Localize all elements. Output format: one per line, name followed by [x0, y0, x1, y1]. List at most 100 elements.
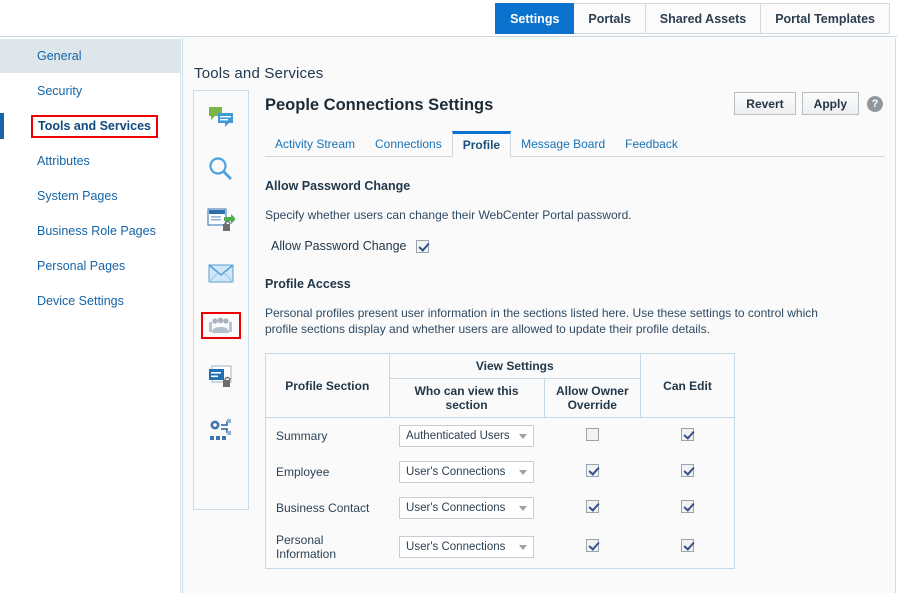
who-can-view-cell: User's Connections: [389, 454, 544, 490]
sub-tab-message-board[interactable]: Message Board: [511, 131, 615, 156]
chevron-down-icon: [519, 469, 528, 475]
who-can-view-select[interactable]: User's Connections: [399, 497, 535, 519]
who-can-view-cell: User's Connections: [389, 526, 544, 569]
can-edit-checkbox[interactable]: [680, 500, 694, 513]
profile-access-heading: Profile Access: [265, 277, 351, 291]
rail-discussions-icon[interactable]: [194, 91, 248, 143]
allow-owner-override-checkbox[interactable]: [585, 464, 599, 477]
profile-access-description: Personal profiles present user informati…: [265, 306, 818, 336]
top-tab-settings[interactable]: Settings: [495, 3, 575, 34]
chevron-down-icon: [519, 544, 528, 550]
header-view-settings: View Settings: [388, 353, 642, 379]
content-heading: People Connections Settings: [265, 96, 494, 114]
table-row: Business Contact User's Connections: [266, 490, 735, 526]
sub-tab-feedback[interactable]: Feedback: [615, 131, 688, 156]
can-edit-cell: [641, 526, 735, 569]
worklist-icon: [208, 417, 235, 441]
sidebar-item-general[interactable]: General: [0, 39, 180, 73]
sidebar-item-label: Tools and Services: [31, 114, 159, 138]
allow-password-change-label: Allow Password Change: [271, 239, 407, 253]
people-connections-icon: [201, 311, 241, 339]
allow-owner-override-cell: [544, 490, 640, 526]
allow-owner-override-checkbox[interactable]: [585, 500, 599, 513]
notes-icon: [208, 365, 235, 390]
can-edit-cell: [641, 490, 735, 526]
who-can-view-value: User's Connections: [406, 502, 506, 514]
who-can-view-value: Authenticated Users: [406, 430, 510, 442]
profile-access-table: Profile Section View Settings Can Edit W…: [265, 353, 735, 569]
sidebar-item-system-pages[interactable]: System Pages: [0, 179, 180, 213]
allow-owner-override-checkbox[interactable]: [585, 428, 599, 441]
rail-search-icon[interactable]: [194, 143, 248, 195]
sidebar-item-tools-and-services[interactable]: Tools and Services: [0, 109, 180, 143]
sidebar-nav: General Security Tools and Services Attribu…: [0, 38, 181, 593]
allow-owner-override-cell: [544, 526, 640, 569]
table-row: Summary Authenticated Users: [266, 418, 735, 455]
allow-owner-override-cell: [544, 454, 640, 490]
allow-password-change-row: Allow Password Change: [271, 239, 885, 253]
top-tab-portal-templates[interactable]: Portal Templates: [761, 3, 890, 34]
rail-documents-icon[interactable]: [194, 195, 248, 247]
settings-content: People Connections Settings Activity Str…: [265, 96, 885, 569]
tools-icon-rail: [193, 90, 249, 510]
table-row: Employee User's Connections: [266, 454, 735, 490]
who-can-view-select[interactable]: User's Connections: [399, 536, 535, 558]
top-tab-bar: Settings Portals Shared Assets Portal Templ…: [0, 0, 897, 37]
sidebar-item-business-role-pages[interactable]: Business Role Pages: [0, 214, 180, 248]
profile-section-name: Summary: [276, 429, 328, 443]
main-panel: Tools and Services Revert Apply ? People…: [182, 38, 896, 593]
can-edit-cell: [641, 418, 735, 455]
rail-mail-icon[interactable]: [194, 247, 248, 299]
sidebar-item-label: Security: [37, 84, 83, 98]
top-tab-group: Settings Portals Shared Assets Portal Templ…: [495, 3, 890, 34]
search-icon: [208, 156, 234, 182]
who-can-view-cell: Authenticated Users: [389, 418, 544, 455]
rail-worklist-icon[interactable]: [194, 403, 248, 455]
sidebar-item-label: Personal Pages: [37, 259, 126, 273]
rail-people-connections-icon[interactable]: [194, 299, 248, 351]
chevron-down-icon: [519, 433, 528, 439]
can-edit-cell: [641, 454, 735, 490]
password-section-heading: Allow Password Change: [265, 179, 411, 193]
header-profile-section: Profile Section: [265, 353, 390, 418]
table-body: Summary Authenticated Users Employee User's…: [266, 418, 735, 569]
sidebar-item-personal-pages[interactable]: Personal Pages: [0, 249, 180, 283]
page-title: Tools and Services: [194, 65, 324, 82]
header-who-can-view: Who can view this section: [388, 378, 545, 418]
top-tab-shared-assets[interactable]: Shared Assets: [645, 3, 762, 34]
sub-tab-profile[interactable]: Profile: [451, 131, 512, 157]
can-edit-checkbox[interactable]: [680, 539, 694, 552]
table-header-row-1: Profile Section View Settings Can Edit: [265, 353, 735, 418]
can-edit-checkbox[interactable]: [680, 428, 694, 441]
who-can-view-select[interactable]: Authenticated Users: [399, 425, 535, 447]
sidebar-item-label: Business Role Pages: [37, 224, 156, 238]
rail-notes-icon[interactable]: [194, 351, 248, 403]
allow-owner-override-cell: [544, 418, 640, 455]
sidebar-item-security[interactable]: Security: [0, 74, 180, 108]
sidebar-item-label: System Pages: [37, 189, 118, 203]
sidebar-item-device-settings[interactable]: Device Settings: [0, 284, 180, 318]
mail-icon: [208, 263, 234, 283]
password-section-description: Specify whether users can change their W…: [265, 208, 632, 222]
table-header: Profile Section View Settings Can Edit W…: [265, 353, 735, 418]
can-edit-checkbox[interactable]: [680, 464, 694, 477]
sub-tab-activity-stream[interactable]: Activity Stream: [265, 131, 365, 156]
profile-section-name: Employee: [276, 465, 330, 479]
sub-tab-connections[interactable]: Connections: [365, 131, 452, 156]
table-row: Personal Information User's Connections: [266, 526, 735, 569]
who-can-view-value: User's Connections: [406, 466, 506, 478]
allow-owner-override-checkbox[interactable]: [585, 539, 599, 552]
sidebar-item-attributes[interactable]: Attributes: [0, 144, 180, 178]
header-can-edit: Can Edit: [640, 353, 735, 418]
sidebar-item-label: Attributes: [37, 154, 90, 168]
who-can-view-cell: User's Connections: [389, 490, 544, 526]
profile-section-name: Business Contact: [276, 501, 370, 515]
who-can-view-select[interactable]: User's Connections: [399, 461, 535, 483]
sidebar-item-label: Device Settings: [37, 294, 124, 308]
chevron-down-icon: [519, 505, 528, 511]
sidebar-item-label: General: [37, 49, 82, 63]
allow-password-change-checkbox[interactable]: [415, 239, 429, 253]
discussions-icon: [207, 105, 235, 129]
top-tab-portals[interactable]: Portals: [574, 3, 646, 34]
profile-section-name: Personal Information: [276, 533, 337, 561]
